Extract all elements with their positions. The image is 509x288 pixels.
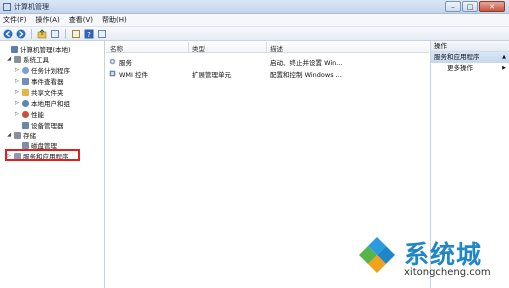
tree-item-label: 计算机管理(本地) bbox=[20, 46, 71, 54]
expand-arrow-icon[interactable]: ▷ bbox=[14, 111, 20, 117]
tree-item-device-manager[interactable]: 设备管理器 bbox=[14, 120, 64, 130]
cell-description: 启动、终止并设置 Win... bbox=[270, 59, 343, 67]
clock-icon bbox=[22, 66, 29, 74]
list-row-services[interactable]: 服务 启动、终止并设置 Win... bbox=[106, 56, 429, 67]
watermark-brand: 系统城 bbox=[404, 240, 483, 269]
tree-item-shared-folders[interactable]: ▷ 共享文件夹 bbox=[14, 87, 64, 97]
watermark-url: xitongcheng.com bbox=[404, 267, 491, 278]
toolbar-separator bbox=[65, 28, 66, 39]
tools-icon bbox=[14, 55, 21, 63]
tree-item-label: 性能 bbox=[31, 111, 44, 119]
gear-icon bbox=[109, 58, 116, 65]
list-header: 名称 类型 描述 bbox=[106, 41, 429, 53]
tree-item-label: 本地用户和组 bbox=[31, 100, 70, 108]
tree-item-local-users-groups[interactable]: ▷ 本地用户和组 bbox=[14, 98, 70, 108]
more-actions-item[interactable]: 更多操作 ▶ bbox=[431, 63, 509, 74]
back-icon[interactable] bbox=[3, 29, 13, 39]
toolbar-separator bbox=[31, 28, 32, 39]
tree-item-performance[interactable]: ▷ 性能 bbox=[14, 109, 44, 119]
window-title: 计算机管理 bbox=[14, 2, 49, 11]
menu-help[interactable]: 帮助(H) bbox=[102, 15, 127, 25]
column-header-name[interactable]: 名称 bbox=[110, 43, 123, 53]
expand-arrow-icon[interactable]: ▷ bbox=[14, 67, 20, 73]
expand-arrow-icon[interactable]: ▷ bbox=[14, 78, 20, 84]
menu-bar: 文件(F) 操作(A) 查看(V) 帮助(H) bbox=[0, 14, 509, 27]
tree-item-label: 事件查看器 bbox=[31, 78, 64, 86]
more-actions-label: 更多操作 bbox=[447, 64, 473, 72]
cell-name: 服务 bbox=[119, 59, 132, 67]
expand-arrow-icon[interactable]: ▷ bbox=[14, 100, 20, 106]
storage-icon bbox=[14, 131, 21, 139]
up-folder-icon[interactable] bbox=[37, 28, 47, 39]
menu-file[interactable]: 文件(F) bbox=[3, 15, 27, 25]
tree-item-computer-management[interactable]: 计算机管理(本地) bbox=[3, 44, 71, 54]
close-button[interactable]: ✕ bbox=[479, 1, 505, 12]
maximize-button[interactable]: □ bbox=[462, 1, 478, 12]
event-viewer-icon bbox=[22, 77, 29, 85]
column-header-description[interactable]: 描述 bbox=[270, 43, 283, 53]
tree-item-label: 存储 bbox=[23, 132, 36, 140]
cell-name: WMI 控件 bbox=[119, 71, 149, 79]
column-header-type[interactable]: 类型 bbox=[192, 43, 205, 53]
collapse-up-icon[interactable]: ▲ bbox=[502, 52, 506, 63]
show-hide-tree-icon[interactable] bbox=[50, 29, 60, 39]
tree-item-label: 系统工具 bbox=[23, 56, 49, 64]
cell-type: 扩展管理单元 bbox=[192, 71, 231, 79]
tree-item-task-scheduler[interactable]: ▷ 任务计划程序 bbox=[14, 65, 70, 75]
menu-action[interactable]: 操作(A) bbox=[36, 15, 60, 25]
watermark: 系统城 xitongcheng.com bbox=[350, 228, 509, 288]
cell-description: 配置和控制 Windows ... bbox=[270, 71, 342, 79]
collapse-arrow-icon[interactable]: ◢ bbox=[6, 132, 12, 138]
forward-icon[interactable] bbox=[16, 29, 26, 39]
menu-view[interactable]: 查看(V) bbox=[69, 15, 93, 25]
window-controls: – □ ✕ bbox=[445, 1, 505, 12]
device-manager-icon bbox=[22, 121, 29, 129]
actions-section-services-apps[interactable]: 服务和应用程序 ▲ bbox=[431, 52, 509, 63]
tree-item-event-viewer[interactable]: ▷ 事件查看器 bbox=[14, 76, 64, 86]
disk-icon bbox=[22, 141, 29, 149]
performance-icon bbox=[22, 110, 29, 118]
app-icon bbox=[3, 2, 11, 11]
help-icon[interactable]: ? bbox=[84, 29, 94, 39]
tree-item-label: 共享文件夹 bbox=[31, 89, 64, 97]
tree-item-label: 任务计划程序 bbox=[31, 67, 70, 75]
actions-section-label: 服务和应用程序 bbox=[434, 53, 480, 61]
tree-item-label: 设备管理器 bbox=[31, 122, 64, 130]
column-divider[interactable] bbox=[266, 42, 267, 52]
red-highlight-box bbox=[5, 149, 80, 161]
expand-arrow-icon[interactable]: ▷ bbox=[14, 89, 20, 95]
tree-item-storage[interactable]: ◢ 存储 bbox=[6, 130, 36, 140]
column-divider[interactable] bbox=[188, 42, 189, 52]
collapse-arrow-icon[interactable]: ◢ bbox=[6, 56, 12, 62]
users-icon bbox=[22, 99, 29, 107]
folder-icon bbox=[22, 88, 29, 96]
minimize-button[interactable]: – bbox=[445, 1, 461, 12]
toolbar: ? bbox=[0, 27, 509, 41]
wmi-icon bbox=[109, 70, 116, 77]
console-tree: 计算机管理(本地) ◢ 系统工具 ▷ 任务计划程序 ▷ 事件查看器 ▷ 共享文件… bbox=[0, 41, 105, 288]
actions-header: 操作 bbox=[431, 41, 509, 52]
title-bar: 计算机管理 – □ ✕ bbox=[0, 0, 509, 14]
watermark-logo-icon bbox=[357, 235, 397, 275]
list-row-wmi-control[interactable]: WMI 控件 扩展管理单元 配置和控制 Windows ... bbox=[106, 68, 429, 79]
tree-item-system-tools[interactable]: ◢ 系统工具 bbox=[6, 54, 49, 64]
submenu-arrow-icon: ▶ bbox=[502, 65, 506, 71]
properties-icon[interactable] bbox=[97, 29, 107, 39]
export-list-icon[interactable] bbox=[71, 29, 81, 39]
svg-text:?: ? bbox=[87, 31, 91, 39]
computer-icon bbox=[11, 45, 18, 53]
